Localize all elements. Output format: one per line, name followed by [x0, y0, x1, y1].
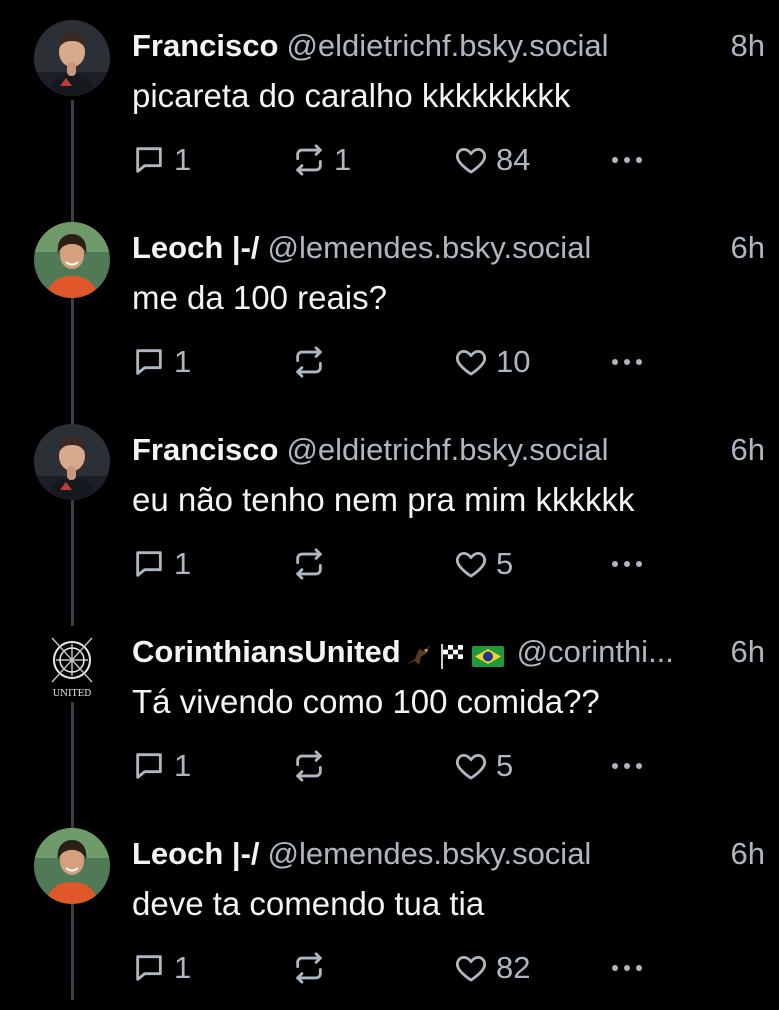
reply-count: 1 — [174, 546, 192, 581]
author-handle[interactable]: @eldietrichf.bsky.social — [286, 28, 608, 63]
repost-icon — [296, 548, 322, 580]
post[interactable]: UNITED CorinthiansUnited @corinthi... 6h … — [0, 606, 779, 808]
post-actions: 1 1 84 — [132, 138, 692, 182]
more-options-button[interactable] — [612, 542, 642, 586]
post-actions: 1 82 — [132, 946, 692, 990]
post-actions: 1 10 — [132, 340, 692, 384]
post-time[interactable]: 6h — [731, 632, 765, 672]
post-header: Leoch |-/@lemendes.bsky.social — [132, 228, 765, 272]
heart-icon — [455, 753, 487, 780]
more-options-button[interactable] — [612, 744, 642, 788]
repost-button[interactable] — [292, 744, 334, 788]
reply-icon — [136, 349, 162, 375]
more-options-icon — [612, 763, 642, 769]
like-button[interactable]: 5 — [454, 542, 513, 586]
reply-button[interactable]: 1 — [132, 340, 191, 384]
like-button[interactable]: 84 — [454, 138, 530, 182]
post[interactable]: Francisco @eldietrichf.bsky.social 8h pic… — [0, 0, 779, 202]
author-name[interactable]: Francisco — [132, 28, 278, 63]
post-header: CorinthiansUnited @corinthi... — [132, 632, 765, 676]
post[interactable]: Leoch |-/@lemendes.bsky.social 6h me da … — [0, 202, 779, 404]
reply-button[interactable]: 1 — [132, 744, 191, 788]
like-count: 10 — [496, 344, 531, 379]
hawk-emoji — [404, 644, 430, 665]
reply-button[interactable]: 1 — [132, 138, 191, 182]
more-options-button[interactable] — [612, 138, 642, 182]
more-options-button[interactable] — [612, 946, 642, 990]
post-text: Tá vivendo como 100 comida?? — [132, 683, 600, 720]
post-header: Francisco @eldietrichf.bsky.social — [132, 26, 765, 70]
repost-button[interactable] — [292, 340, 334, 384]
author-handle[interactable]: @corinthi... — [517, 634, 674, 669]
like-count: 84 — [496, 142, 531, 177]
like-button[interactable]: 82 — [454, 946, 530, 990]
author-name[interactable]: Leoch |-/ — [132, 836, 260, 871]
author-name[interactable]: Leoch |-/ — [132, 230, 260, 265]
repost-icon — [296, 750, 322, 782]
repost-icon — [296, 346, 322, 378]
svg-text:UNITED: UNITED — [53, 689, 92, 699]
repost-icon — [296, 144, 322, 176]
post-text: picareta do caralho kkkkkkkkk — [132, 77, 571, 114]
more-options-icon — [612, 561, 642, 567]
more-options-icon — [612, 359, 642, 365]
post-actions: 1 5 — [132, 744, 692, 788]
author-name[interactable]: Francisco — [132, 432, 278, 467]
reply-icon — [136, 753, 162, 779]
heart-icon — [455, 349, 487, 376]
post[interactable]: Leoch |-/@lemendes.bsky.social 6h deve t… — [0, 808, 779, 1010]
post-actions: 1 5 — [132, 542, 692, 586]
repost-count: 1 — [334, 142, 352, 177]
person-orange-shirt-avatar[interactable] — [34, 828, 110, 904]
checkered-flag-emoji — [440, 643, 463, 669]
reply-icon — [136, 955, 162, 981]
author-handle[interactable]: @lemendes.bsky.social — [268, 230, 592, 265]
heart-icon — [455, 147, 487, 174]
post-header: Leoch |-/@lemendes.bsky.social — [132, 834, 765, 878]
reply-count: 1 — [174, 950, 192, 985]
more-options-icon — [612, 965, 642, 971]
repost-icon — [296, 952, 322, 984]
post-text: deve ta comendo tua tia — [132, 885, 485, 922]
person-dark-avatar[interactable] — [34, 424, 110, 500]
like-count: 82 — [496, 950, 531, 985]
author-name[interactable]: CorinthiansUnited — [132, 634, 401, 669]
reply-button[interactable]: 1 — [132, 542, 191, 586]
repost-button[interactable] — [292, 946, 334, 990]
reply-count: 1 — [174, 142, 192, 177]
post-text: eu não tenho nem pra mim kkkkkk — [132, 481, 635, 518]
brazil-flag-emoji — [471, 645, 504, 667]
heart-icon — [455, 955, 487, 982]
more-options-button[interactable] — [612, 340, 642, 384]
reply-icon — [136, 551, 162, 577]
post-time[interactable]: 8h — [731, 26, 765, 66]
name-emojis — [403, 634, 509, 674]
post-header: Francisco @eldietrichf.bsky.social — [132, 430, 765, 474]
post-text: me da 100 reais? — [132, 279, 387, 316]
repost-button[interactable] — [292, 542, 334, 586]
like-count: 5 — [496, 748, 514, 783]
repost-button[interactable]: 1 — [292, 138, 351, 182]
reply-count: 1 — [174, 344, 192, 379]
reply-button[interactable]: 1 — [132, 946, 191, 990]
person-dark-avatar[interactable] — [34, 20, 110, 96]
person-orange-shirt-avatar[interactable] — [34, 222, 110, 298]
like-count: 5 — [496, 546, 514, 581]
heart-icon — [455, 551, 487, 578]
corinthians-united-logo[interactable]: UNITED — [34, 626, 110, 702]
post-time[interactable]: 6h — [731, 430, 765, 470]
like-button[interactable]: 10 — [454, 340, 530, 384]
author-handle[interactable]: @eldietrichf.bsky.social — [286, 432, 608, 467]
post-time[interactable]: 6h — [731, 228, 765, 268]
like-button[interactable]: 5 — [454, 744, 513, 788]
more-options-icon — [612, 157, 642, 163]
reply-icon — [136, 147, 162, 173]
author-handle[interactable]: @lemendes.bsky.social — [268, 836, 592, 871]
reply-count: 1 — [174, 748, 192, 783]
post-time[interactable]: 6h — [731, 834, 765, 874]
post[interactable]: Francisco @eldietrichf.bsky.social 6h eu … — [0, 404, 779, 606]
